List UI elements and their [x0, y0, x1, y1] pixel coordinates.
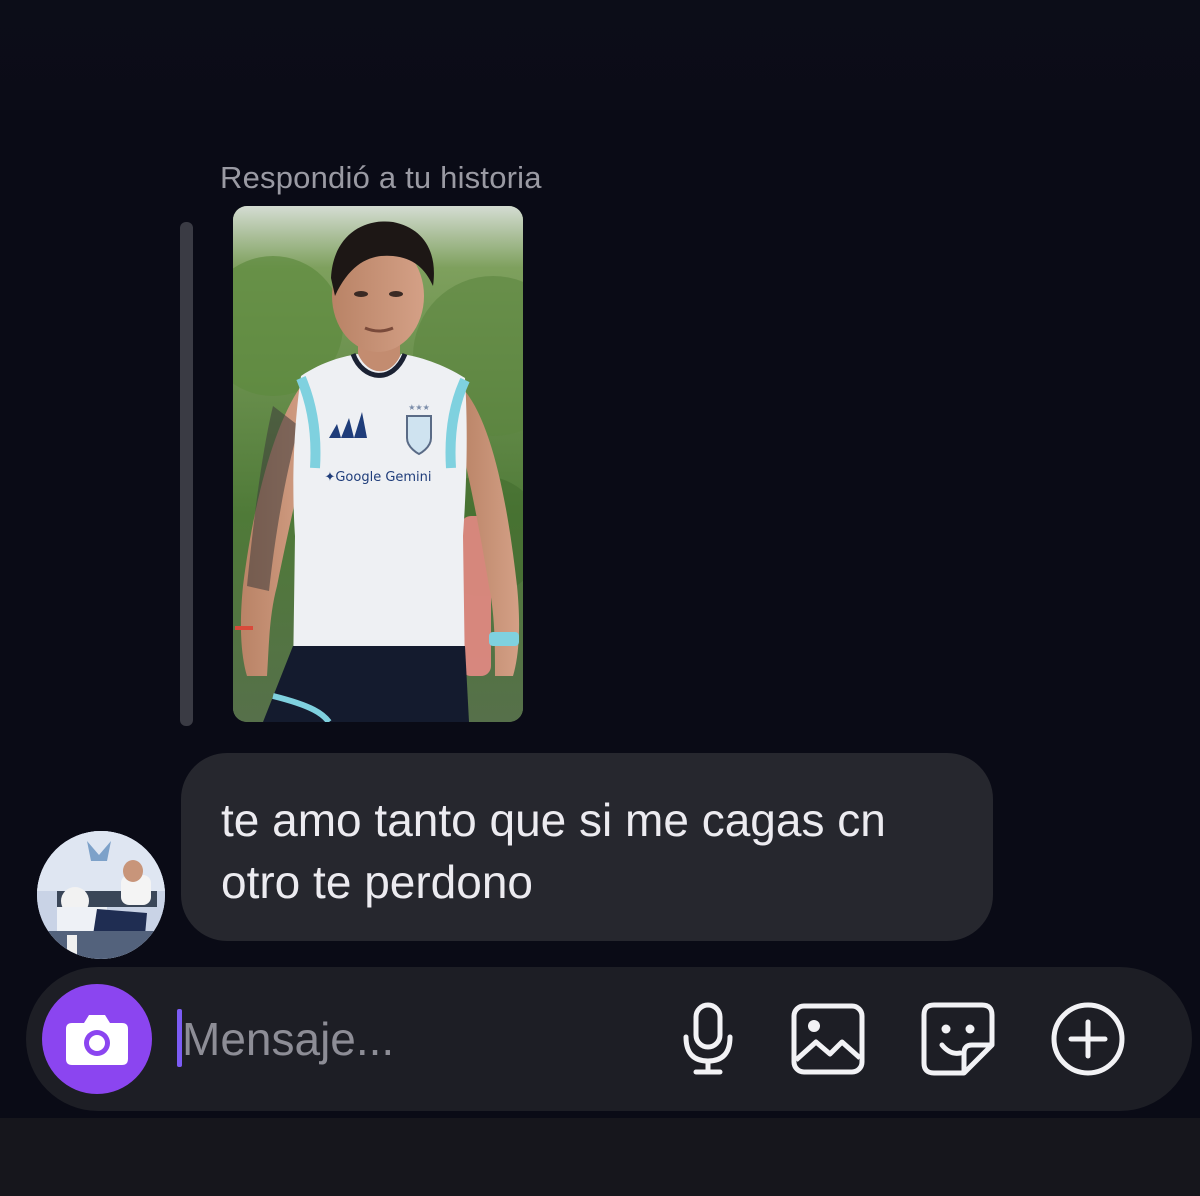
bottom-bar — [0, 1118, 1200, 1196]
message-input[interactable] — [182, 1001, 652, 1077]
sticker-icon — [921, 1002, 995, 1076]
story-thumbnail[interactable]: ★★★ ✦Google Gemini — [233, 206, 523, 722]
plus-icon — [1051, 1002, 1125, 1076]
sticker-button[interactable] — [916, 997, 1000, 1081]
svg-text:★★★: ★★★ — [408, 403, 430, 412]
header-area — [0, 0, 1200, 110]
story-photo: ★★★ ✦Google Gemini — [233, 206, 523, 722]
message-composer — [26, 967, 1192, 1111]
gallery-icon — [791, 1003, 865, 1075]
avatar[interactable] — [37, 831, 165, 959]
avatar-photo — [37, 831, 165, 959]
plus-button[interactable] — [1046, 997, 1130, 1081]
camera-button[interactable] — [42, 984, 152, 1094]
microphone-button[interactable] — [666, 997, 750, 1081]
message-line: otro te perdono — [221, 856, 534, 908]
microphone-icon — [683, 1002, 733, 1075]
reply-label: Respondió a tu historia — [220, 160, 542, 195]
camera-icon — [66, 1015, 128, 1065]
message-line: te amo tanto que si me cagas cn — [221, 794, 886, 846]
chat-screen: Respondió a tu historia ★★★ ✦Google Gemi… — [0, 0, 1200, 1196]
shirt-sponsor: ✦Google Gemini — [324, 470, 431, 485]
quote-bar — [180, 222, 193, 726]
gallery-button[interactable] — [786, 997, 870, 1081]
message-bubble[interactable]: te amo tanto que si me cagas cn otro te … — [181, 753, 993, 941]
